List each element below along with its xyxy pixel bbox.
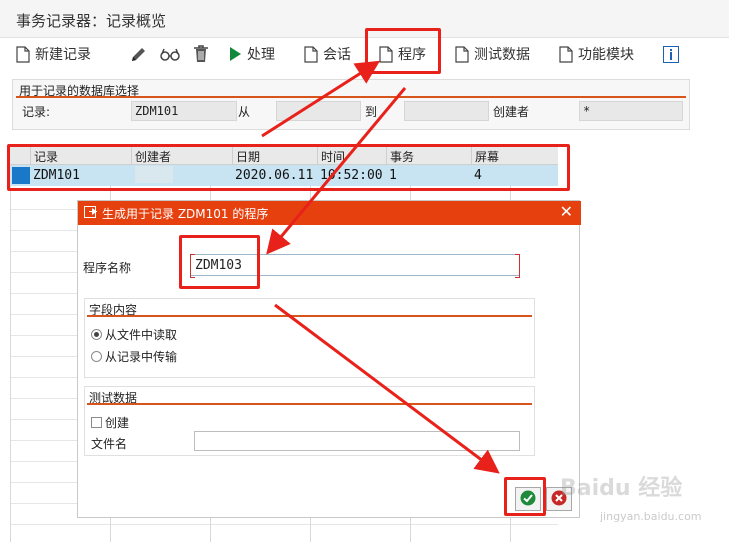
display-button[interactable] xyxy=(160,42,180,66)
document-icon xyxy=(559,45,573,63)
highlight-confirm-button xyxy=(504,477,546,516)
function-module-button[interactable]: 功能模块 xyxy=(559,42,634,66)
section-divider xyxy=(87,315,532,317)
info-icon xyxy=(663,45,679,63)
highlight-program-name xyxy=(179,235,260,289)
test-data-button[interactable]: 测试数据 xyxy=(455,42,530,66)
section-divider xyxy=(16,96,686,98)
radio-transfer-from-recording[interactable]: 从记录中传输 xyxy=(91,348,177,365)
dialog-title-bar: 生成用于记录 ZDM101 的程序 ✕ xyxy=(78,201,581,225)
record-field[interactable]: ZDM101 xyxy=(131,101,237,121)
info-button[interactable] xyxy=(663,42,679,66)
glasses-icon xyxy=(160,46,180,63)
document-icon xyxy=(16,45,30,63)
radio-button[interactable] xyxy=(91,351,102,362)
to-date-field[interactable] xyxy=(404,101,489,121)
trash-icon xyxy=(193,45,209,63)
test-data-label: 测试数据 xyxy=(474,47,530,63)
generate-program-dialog: 生成用于记录 ZDM101 的程序 ✕ 程序名称 ZDM103 字段内容 从文件… xyxy=(77,200,581,518)
filename-label: 文件名 xyxy=(91,437,128,451)
document-icon xyxy=(304,45,318,63)
db-selection-panel: 用于记录的数据库选择 记录: ZDM101 从 到 . 创建者 * xyxy=(12,79,690,130)
page-title: 事务记录器：记录概览 xyxy=(16,12,167,30)
create-checkbox[interactable]: 创建 xyxy=(91,414,129,431)
session-button[interactable]: 会话 xyxy=(304,42,351,66)
radio-read-from-file[interactable]: 从文件中读取 xyxy=(91,326,177,343)
close-icon[interactable]: ✕ xyxy=(560,204,573,220)
radio-label: 从文件中读取 xyxy=(105,328,178,342)
field-content-group: 字段内容 从文件中读取 从记录中传输 xyxy=(84,298,535,378)
edit-button[interactable] xyxy=(130,42,147,66)
create-label: 创建 xyxy=(105,416,130,430)
document-icon xyxy=(455,45,469,63)
delete-button[interactable] xyxy=(193,42,209,66)
baidu-watermark-url: jingyan.baidu.com xyxy=(600,510,702,523)
pencil-icon xyxy=(130,46,147,63)
function-module-label: 功能模块 xyxy=(578,47,634,63)
record-label: 记录: xyxy=(22,105,51,119)
test-data-group: 测试数据 创建 文件名 xyxy=(84,386,535,456)
to-label: 到 . xyxy=(365,105,385,119)
program-name-label: 程序名称 xyxy=(83,261,132,275)
checkbox[interactable] xyxy=(91,417,102,428)
play-icon xyxy=(229,46,242,62)
baidu-watermark-logo: Baidu 经验 xyxy=(560,476,683,501)
process-label: 处理 xyxy=(247,47,275,63)
radio-button[interactable] xyxy=(91,329,102,340)
highlight-record-row xyxy=(7,144,570,191)
creator-field[interactable]: * xyxy=(579,101,683,121)
dialog-window-icon xyxy=(84,206,98,222)
creator-label: 创建者 xyxy=(493,105,530,119)
highlight-program-button xyxy=(365,28,441,74)
new-record-button[interactable]: 新建记录 xyxy=(16,42,91,66)
filename-input[interactable] xyxy=(194,431,520,451)
dialog-title: 生成用于记录 ZDM101 的程序 xyxy=(102,207,269,221)
process-button[interactable]: 处理 xyxy=(229,42,275,66)
section-divider xyxy=(87,403,532,405)
new-record-label: 新建记录 xyxy=(35,47,91,63)
from-date-field[interactable] xyxy=(276,101,361,121)
radio-label: 从记录中传输 xyxy=(105,350,178,364)
from-label: 从 xyxy=(238,105,251,119)
session-label: 会话 xyxy=(323,47,351,63)
